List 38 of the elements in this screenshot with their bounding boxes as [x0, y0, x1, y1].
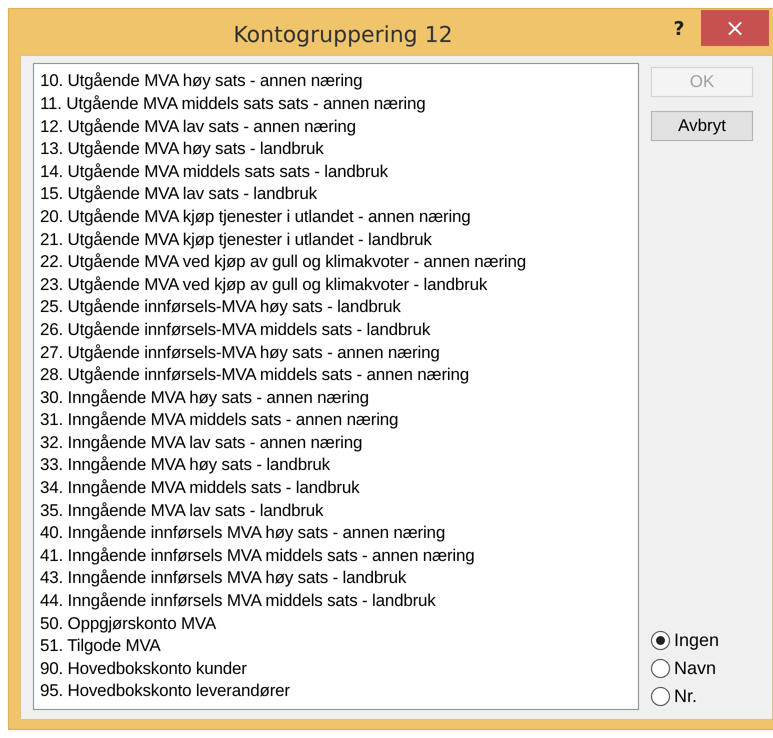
list-item[interactable]: 21. Utgående MVA kjøp tjenester i utlandet - landbruk — [40, 228, 632, 252]
radio-label: Ingen — [674, 630, 720, 650]
list-item[interactable]: 50. Oppgjørskonto MVA — [40, 612, 632, 636]
list-item[interactable]: 11. Utgående MVA middels sats sats - annen næring — [40, 92, 632, 116]
list-item[interactable]: 12. Utgående MVA lav sats - annen næring — [40, 116, 632, 138]
close-button[interactable]: × — [701, 10, 769, 46]
list-item[interactable]: 15. Utgående MVA lav sats - landbruk — [40, 183, 632, 206]
list-item[interactable]: 32. Inngående MVA lav sats - annen næring — [40, 432, 632, 454]
list-item[interactable]: 22. Utgående MVA ved kjøp av gull og klimakvoter - annen næring — [40, 251, 632, 274]
list-item[interactable]: 51. Tilgode MVA — [40, 635, 632, 658]
list-item[interactable]: 41. Inngående innførsels MVA middels sats - annen næring — [40, 544, 632, 568]
list-item[interactable]: 90. Hovedbokskonto kunder — [40, 658, 632, 680]
list-item[interactable]: 23. Utgående MVA ved kjøp av gull og klimakvoter - landbruk — [40, 274, 632, 296]
list-item[interactable]: 10. Utgående MVA høy sats - annen næring — [40, 70, 632, 93]
list-item[interactable]: 35. Inngående MVA lav sats - landbruk — [40, 500, 632, 522]
list-item[interactable]: 40. Inngående innførsels MVA høy sats - annen næring — [40, 522, 632, 545]
list-item[interactable]: 30. Inngående MVA høy sats - annen næring — [40, 386, 632, 410]
list-item[interactable]: 28. Utgående innførsels-MVA middels sats - annen næring — [40, 364, 632, 387]
radio-label: Nr. — [674, 686, 698, 706]
window-title: Kontogruppering 12 — [232, 22, 454, 48]
help-button[interactable]: ? — [657, 11, 701, 47]
list-item[interactable]: 14. Utgående MVA middels sats sats - landbruk — [40, 160, 632, 184]
radio-button[interactable] — [651, 686, 670, 706]
list-item[interactable]: 31. Inngående MVA middels sats - annen næring — [40, 409, 632, 432]
list-item[interactable]: 25. Utgående innførsels-MVA høy sats - landbruk — [40, 296, 632, 319]
list-item[interactable]: 20. Utgående MVA kjøp tjenester i utlandet - annen næring — [40, 206, 632, 229]
list-item[interactable]: 27. Utgående innførsels-MVA høy sats - annen næring — [40, 342, 632, 364]
list-item[interactable]: 95. Hovedbokskonto leverandører — [40, 680, 632, 703]
radio-label: Navn — [674, 658, 716, 678]
list-item[interactable]: 33. Inngående MVA høy sats - landbruk — [40, 454, 632, 478]
list-item[interactable]: 34. Inngående MVA middels sats - landbruk — [40, 477, 632, 500]
list-item[interactable]: 44. Inngående innførsels MVA middels sats - landbruk — [40, 590, 632, 613]
list-item[interactable]: 26. Utgående innførsels-MVA middels sats - landbruk — [40, 318, 632, 342]
radio-button[interactable] — [651, 630, 670, 650]
cancel-button[interactable]: Avbryt — [651, 111, 753, 142]
list-item[interactable]: 13. Utgående MVA høy sats - landbruk — [40, 138, 632, 161]
radio-button[interactable] — [651, 658, 670, 678]
list-item[interactable]: 43. Inngående innførsels MVA høy sats - landbruk — [40, 567, 632, 590]
